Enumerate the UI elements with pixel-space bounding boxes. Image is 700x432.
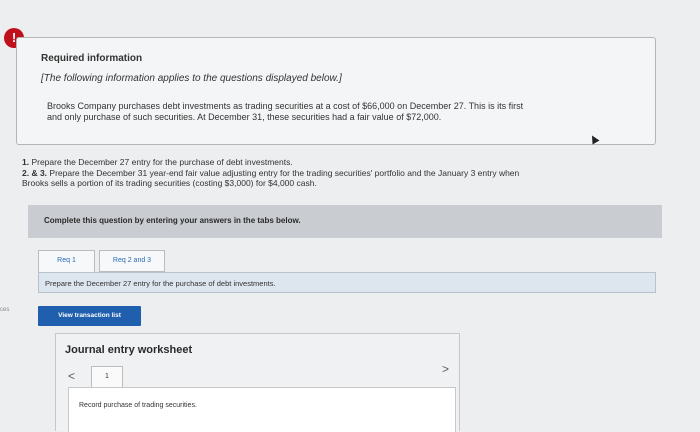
worksheet-title: Journal entry worksheet — [65, 344, 193, 356]
worksheet-description-box: Record purchase of trading securities. — [68, 387, 456, 432]
info-body: Brooks Company purchases debt investment… — [47, 101, 627, 123]
chevron-left-icon[interactable]: < — [68, 369, 75, 383]
instruction-bar: Complete this question by entering your … — [28, 205, 662, 238]
worksheet-description: Record purchase of trading securities. — [79, 402, 197, 409]
chevron-right-icon[interactable]: > — [442, 362, 449, 376]
journal-entry-worksheet: Journal entry worksheet < 1 > Record pur… — [55, 333, 460, 432]
required-information-box: Required information [The following info… — [16, 37, 656, 145]
question-1: 1. Prepare the December 27 entry for the… — [22, 157, 293, 167]
page-number-tab[interactable]: 1 — [91, 366, 123, 388]
view-transaction-list-button[interactable]: View transaction list — [38, 306, 141, 326]
question-list: 1. Prepare the December 27 entry for the… — [22, 157, 662, 189]
question-2-3-cont: Brooks sells a portion of its trading se… — [22, 178, 317, 188]
tab-req-2-and-3[interactable]: Req 2 and 3 — [99, 250, 165, 272]
question-2-3: 2. & 3. Prepare the December 31 year-end… — [22, 167, 520, 178]
prompt-text: Prepare the December 27 entry for the pu… — [45, 279, 276, 288]
tab-req-1[interactable]: Req 1 — [38, 250, 95, 272]
info-body-line: and only purchase of such securities. At… — [47, 112, 442, 122]
info-title: Required information — [41, 53, 143, 64]
info-body-line: Brooks Company purchases debt investment… — [47, 101, 524, 111]
info-subtitle: [The following information applies to th… — [41, 73, 342, 84]
prompt-bar: Prepare the December 27 entry for the pu… — [38, 272, 656, 293]
side-text: ces — [0, 307, 10, 313]
instruction-text: Complete this question by entering your … — [44, 216, 301, 225]
